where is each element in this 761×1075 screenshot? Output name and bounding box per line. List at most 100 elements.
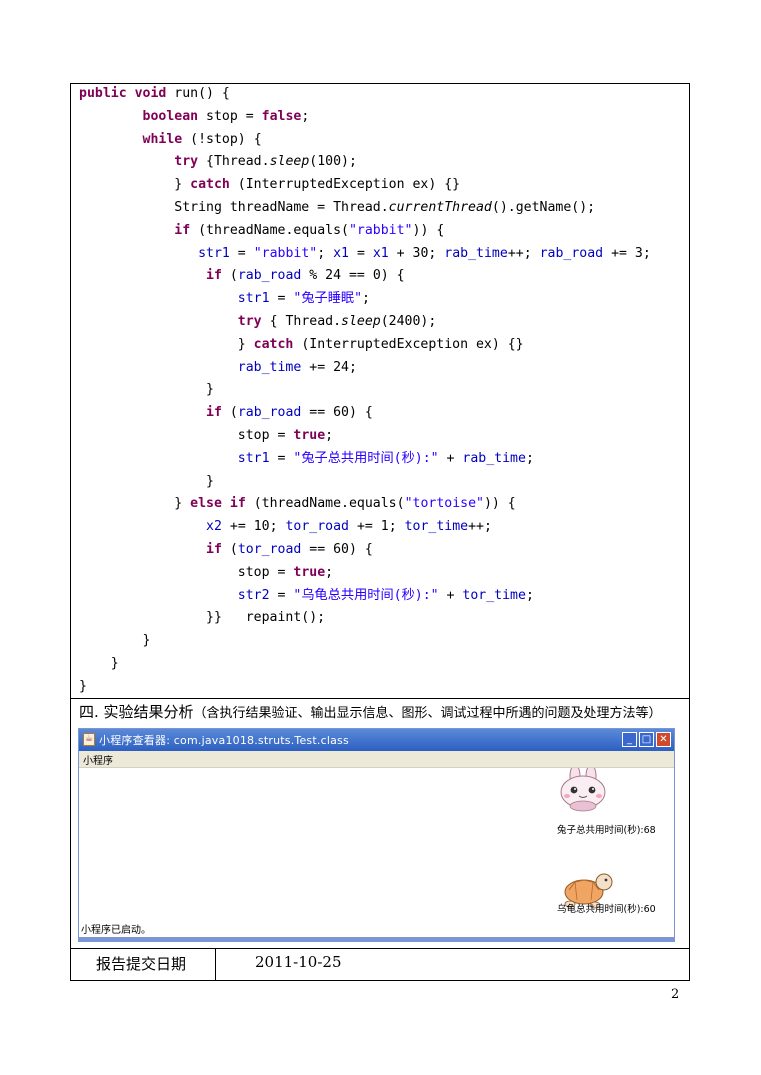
code-token: + <box>438 450 463 466</box>
code-line: while (!stop) { <box>79 129 651 152</box>
code-line: } <box>79 630 651 653</box>
code-token: ; <box>325 427 334 443</box>
code-line: if (tor_road == 60) { <box>79 539 651 562</box>
code-token: } <box>79 382 214 398</box>
code-token: "兔子总共用时间(秒):" <box>293 450 439 466</box>
code-token: } <box>79 177 191 193</box>
section-title: 四. 实验结果分析 <box>79 703 194 721</box>
code-token: String threadName = Thread. <box>79 199 389 215</box>
code-token: x1 <box>372 245 389 261</box>
code-token: void <box>134 86 167 101</box>
code-token: = <box>269 587 294 603</box>
code-token: } <box>79 473 214 489</box>
code-token: ; <box>362 291 370 307</box>
code-line: } else if (threadName.equals("tortoise")… <box>79 493 651 516</box>
code-token: rab_time <box>462 450 526 466</box>
code-token: (threadName.equals( <box>190 222 349 238</box>
minimize-button[interactable]: _ <box>622 732 637 747</box>
code-line: if (threadName.equals("rabbit")) { <box>79 220 651 243</box>
code-token: "兔子睡眠" <box>293 291 363 307</box>
code-token: sleep <box>269 154 310 170</box>
race-drawing <box>560 764 613 909</box>
section-heading: 四. 实验结果分析（含执行结果验证、输出显示信息、图形、调试过程中所遇的问题及处… <box>79 701 662 722</box>
code-token: += 10; <box>221 519 286 535</box>
menu-applet[interactable]: 小程序 <box>83 752 113 767</box>
code-token: true <box>293 427 326 443</box>
code-line: } catch (InterruptedException ex) {} <box>79 334 651 357</box>
submit-date-label: 报告提交日期 <box>96 955 187 973</box>
code-line: public void run() { <box>79 83 651 106</box>
code-token: ; <box>317 245 334 261</box>
menu-bar: 小程序 <box>79 751 674 768</box>
code-token: rab_time <box>237 359 302 375</box>
code-token: } <box>79 496 191 512</box>
code-token: ; <box>325 564 334 580</box>
code-line: if (rab_road % 24 == 0) { <box>79 265 651 288</box>
code-token: "乌龟总共用时间(秒):" <box>293 587 439 603</box>
code-token: = <box>229 245 254 261</box>
code-token: run() { <box>166 86 230 101</box>
code-listing: public void run() { boolean stop = false… <box>79 83 651 699</box>
code-line: } <box>79 653 651 676</box>
code-token: = <box>269 291 294 307</box>
code-token: += 3; <box>603 245 651 261</box>
code-line: try { Thread.sleep(2400); <box>79 311 651 334</box>
code-token: ++; <box>468 519 492 535</box>
code-line: stop = true; <box>79 425 651 448</box>
code-token: "tortoise" <box>404 496 484 512</box>
code-token: x2 <box>206 519 222 535</box>
code-line: } <box>79 379 651 402</box>
maximize-button[interactable]: □ <box>639 732 654 747</box>
code-token: (InterruptedException ex) {} <box>293 336 524 352</box>
applet-canvas: 兔子总共用时间(秒):68 乌龟总共用时间(秒):60 <box>81 764 672 918</box>
code-token: ().getName(); <box>491 199 596 215</box>
code-line: if (rab_road == 60) { <box>79 402 651 425</box>
code-token: ; <box>301 108 310 124</box>
code-token: % 24 == 0) { <box>301 268 405 284</box>
window-bottom-border <box>79 937 674 941</box>
window-titlebar[interactable]: ☕ 小程序查看器: com.java1018.struts.Test.class… <box>79 729 674 751</box>
rabbit-icon <box>560 764 606 812</box>
code-token: ( <box>221 405 238 421</box>
rabbit-time-label: 兔子总共用时间(秒):68 <box>557 825 656 836</box>
code-token: str1 <box>237 291 270 307</box>
code-token: str1 <box>198 245 230 261</box>
code-token: (!stop) { <box>182 131 262 147</box>
code-token: sleep <box>341 313 381 329</box>
code-token: ; <box>525 450 534 466</box>
status-text: 小程序已启动。 <box>81 925 151 936</box>
code-token: stop = <box>79 427 294 443</box>
code-line: str1 = "兔子总共用时间(秒):" + rab_time; <box>79 448 651 471</box>
code-token: try <box>237 313 262 329</box>
code-line: str1 = "兔子睡眠"; <box>79 288 651 311</box>
code-token: if <box>206 541 222 557</box>
code-token: catch <box>253 336 294 352</box>
code-token: += 24; <box>301 359 357 375</box>
table-divider-date <box>215 948 216 981</box>
code-token: true <box>293 564 326 580</box>
code-token: else <box>190 496 222 512</box>
java-icon: ☕ <box>83 733 95 746</box>
code-token: ; <box>525 587 534 603</box>
code-token: catch <box>190 177 230 193</box>
code-token: "rabbit" <box>348 222 413 238</box>
code-token: }} repaint(); <box>79 610 326 626</box>
code-token: + 30; <box>388 245 445 261</box>
code-token: tor_road <box>285 519 349 535</box>
code-token: = <box>349 245 373 261</box>
code-token: )) { <box>483 496 516 512</box>
code-token: while <box>142 131 183 147</box>
code-token: (InterruptedException ex) {} <box>229 177 461 193</box>
code-token: } <box>79 655 119 671</box>
code-token: false <box>261 108 302 124</box>
close-button[interactable]: ✕ <box>656 732 671 747</box>
